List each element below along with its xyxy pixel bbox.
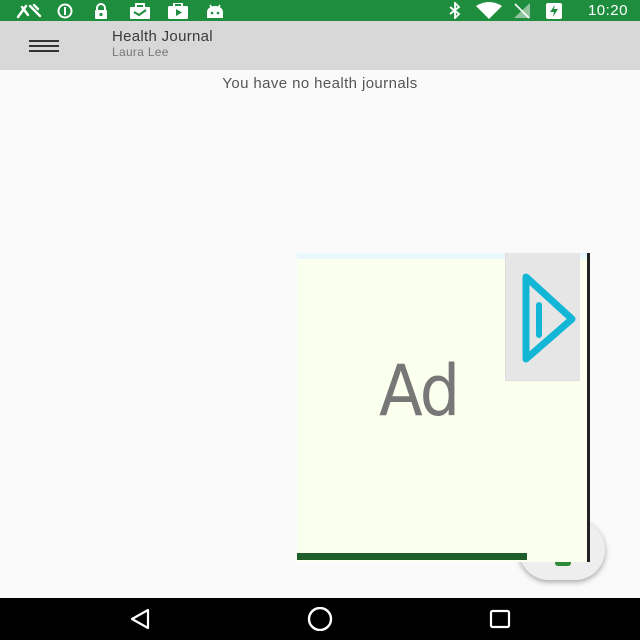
navigation-bar [0,598,640,640]
youtube-icon [166,2,190,19]
work-briefcase-icon [128,2,152,19]
play-icon [522,273,576,363]
ad-banner[interactable]: Ad [297,253,590,562]
lock-icon [92,2,110,19]
back-icon[interactable] [120,604,160,634]
toolbar-title: Health Journal [112,28,213,45]
info-icon [56,2,74,19]
status-bar: 10:20 [0,0,640,21]
wifi-icon [474,2,504,19]
home-icon[interactable] [300,604,340,634]
ad-choices-button[interactable] [505,253,580,381]
android-icon [204,2,226,19]
ad-label: Ad [379,351,460,433]
recents-icon[interactable] [480,604,520,634]
signal-off-icon [512,2,532,19]
app-notification-icon [16,2,42,19]
screen: 10:20 Health Journal Laura Lee You have … [0,0,640,640]
empty-state-message: You have no health journals [222,75,418,92]
battery-charging-icon [545,2,563,19]
hamburger-menu-icon[interactable] [20,29,68,61]
toolbar-subtitle: Laura Lee [112,45,169,59]
bluetooth-icon [447,2,463,19]
toolbar: Health Journal Laura Lee [0,21,640,70]
ad-bottom-edge [297,553,527,560]
status-time: 10:20 [587,2,628,19]
